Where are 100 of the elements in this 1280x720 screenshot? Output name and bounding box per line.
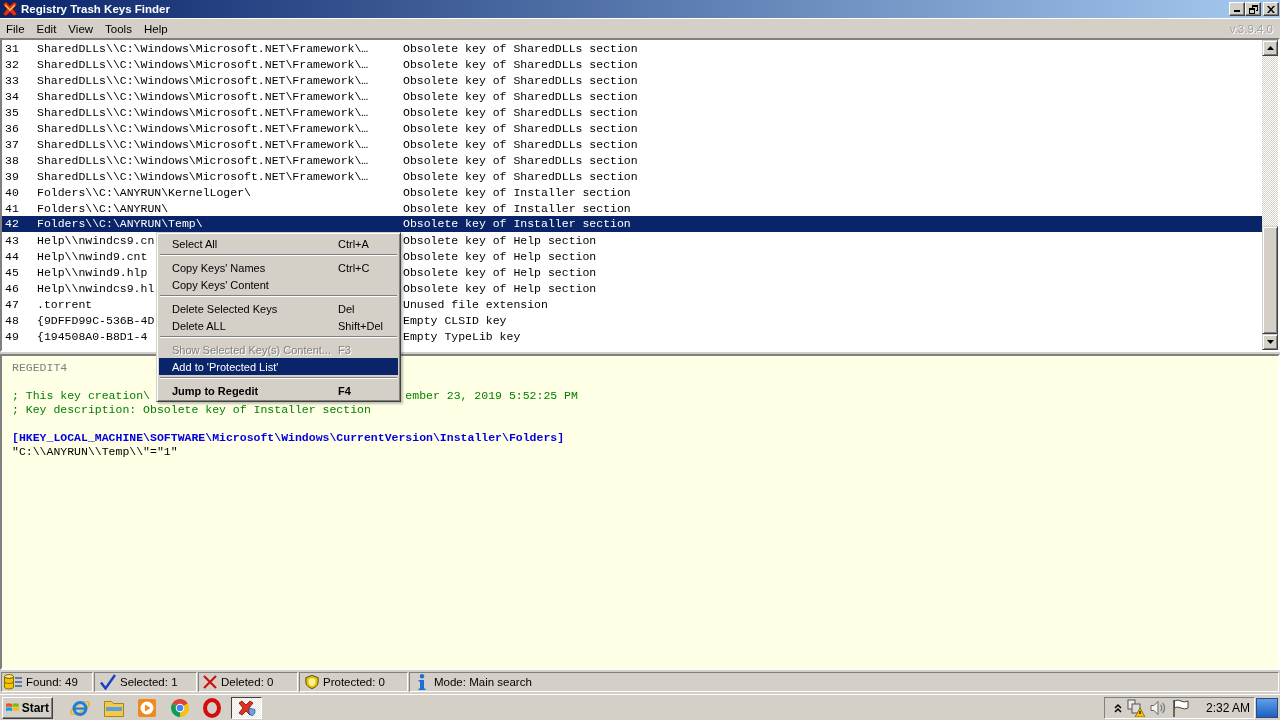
key-path[interactable]: {9DFFD99C-536B-4D xyxy=(37,313,155,327)
row-number[interactable]: 44 xyxy=(2,249,19,263)
row-number[interactable]: 34 xyxy=(2,89,19,103)
key-description[interactable]: Obsolete key of SharedDLLs section xyxy=(403,73,638,87)
key-path[interactable]: SharedDLLs\\C:\Windows\Microsoft.NET\Framework\… xyxy=(37,41,369,55)
menu-item[interactable]: Edit xyxy=(30,21,63,36)
registry-key-text: [HKEY_LOCAL_MACHINE\SOFTWARE\Microsoft\Windows\CurrentVersion\Installer\Folders] xyxy=(12,430,565,444)
key-path[interactable]: Help\\nwindcs9.hl xyxy=(37,281,155,295)
key-path[interactable]: Help\\nwind9.hlp xyxy=(37,265,148,279)
menu-item[interactable]: Help xyxy=(137,21,174,36)
key-description[interactable]: Obsolete key of Installer section xyxy=(403,201,631,215)
start-button[interactable]: Start xyxy=(2,696,53,719)
show-desktop-button[interactable] xyxy=(1256,697,1278,718)
key-path[interactable]: SharedDLLs\\C:\Windows\Microsoft.NET\Framework\… xyxy=(37,169,369,183)
key-description[interactable]: Obsolete key of SharedDLLs section xyxy=(403,153,638,167)
key-path[interactable]: SharedDLLs\\C:\Windows\Microsoft.NET\Framework\… xyxy=(37,137,369,151)
up-arrow-icon xyxy=(1266,46,1274,50)
double-chevron-icon[interactable] xyxy=(1114,702,1122,713)
key-description[interactable]: Obsolete key of Help section xyxy=(403,233,597,247)
key-description[interactable]: Empty TypeLib key xyxy=(403,329,521,343)
comment-text: ; This key creation\ xyxy=(12,388,151,402)
row-number[interactable]: 40 xyxy=(2,185,19,199)
database-icon xyxy=(4,674,22,690)
row-number[interactable]: 31 xyxy=(2,41,19,55)
key-path[interactable]: SharedDLLs\\C:\Windows\Microsoft.NET\Framework\… xyxy=(37,121,369,135)
flag-icon[interactable] xyxy=(1172,698,1190,717)
key-path[interactable]: SharedDLLs\\C:\Windows\Microsoft.NET\Framework\… xyxy=(37,57,369,71)
context-menu-item[interactable]: Select All Ctrl+A xyxy=(159,235,398,252)
key-description[interactable]: Obsolete key of Help section xyxy=(403,249,597,263)
scrollbar[interactable] xyxy=(1262,40,1278,350)
segmented-circle-icon[interactable] xyxy=(170,697,190,718)
context-menu-item[interactable]: Delete ALL Shift+Del xyxy=(159,317,398,334)
menu-item[interactable]: File xyxy=(0,21,31,36)
row-number[interactable]: 41 xyxy=(2,201,19,215)
key-path[interactable]: Help\\nwindcs9.cn xyxy=(37,233,155,247)
key-description[interactable]: Obsolete key of SharedDLLs section xyxy=(403,137,638,151)
row-number[interactable]: 39 xyxy=(2,169,19,183)
context-menu-item[interactable]: Jump to Regedit F4 xyxy=(159,382,398,399)
key-path[interactable]: Help\\nwind9.cnt xyxy=(37,249,148,263)
row-number[interactable]: 48 xyxy=(2,313,19,327)
row-number[interactable]: 46 xyxy=(2,281,19,295)
key-description[interactable]: Obsolete key of SharedDLLs section xyxy=(403,105,638,119)
registry-value-text: "C:\\ANYRUN\\Temp\\"="1" xyxy=(12,444,178,458)
taskbar-app-button[interactable] xyxy=(231,696,262,719)
regedit-header: REGEDIT4 xyxy=(12,360,68,374)
speaker-icon[interactable] xyxy=(1150,699,1167,716)
key-path[interactable]: SharedDLLs\\C:\Windows\Microsoft.NET\Framework\… xyxy=(37,153,369,167)
key-description[interactable]: Empty CLSID key xyxy=(403,313,507,327)
row-number[interactable]: 49 xyxy=(2,329,19,343)
key-description[interactable]: Obsolete key of SharedDLLs section xyxy=(403,89,638,103)
key-description[interactable]: Unused file extension xyxy=(403,297,548,311)
key-path[interactable]: {194508A0-B8D1-4 xyxy=(37,329,148,343)
key-description[interactable]: Obsolete key of SharedDLLs section xyxy=(403,169,638,183)
key-description[interactable]: Obsolete key of Installer section xyxy=(403,185,631,199)
row-number[interactable]: 35 xyxy=(2,105,19,119)
key-description[interactable]: Obsolete key of SharedDLLs section xyxy=(403,57,638,71)
key-description[interactable]: Obsolete key of SharedDLLs section xyxy=(403,121,638,135)
row-number[interactable]: 33 xyxy=(2,73,19,87)
cross-icon xyxy=(203,675,217,689)
minimize-icon xyxy=(1234,10,1240,12)
row-number[interactable]: 43 xyxy=(2,233,19,247)
close-button[interactable] xyxy=(1263,2,1279,16)
key-description[interactable]: Obsolete key of Help section xyxy=(403,265,597,279)
key-path[interactable]: .torrent xyxy=(37,297,93,311)
scroll-thumb[interactable] xyxy=(1262,225,1278,334)
menu-item[interactable]: Tools xyxy=(99,21,138,36)
context-menu-item[interactable]: Add to 'Protected List' xyxy=(159,358,398,375)
minimize-button[interactable] xyxy=(1229,2,1245,16)
key-description[interactable]: Obsolete key of Installer section xyxy=(403,216,1262,232)
context-menu-item[interactable]: Delete Selected Keys Del xyxy=(159,300,398,317)
key-path[interactable]: SharedDLLs\\C:\Windows\Microsoft.NET\Framework\… xyxy=(37,105,369,119)
row-number[interactable]: 36 xyxy=(2,121,19,135)
key-path[interactable]: Folders\\C:\ANYRUN\KernelLoger\ xyxy=(37,185,251,199)
scroll-up-button[interactable] xyxy=(1262,40,1278,56)
status-text: Mode: Main search xyxy=(434,676,532,688)
restore-button[interactable] xyxy=(1245,2,1261,16)
row-number[interactable]: 37 xyxy=(2,137,19,151)
context-menu-item[interactable]: Copy Keys' Content xyxy=(159,276,398,293)
comment-text: ; Key description: Obsolete key of Installer section xyxy=(12,402,371,416)
row-number[interactable]: 32 xyxy=(2,57,19,71)
context-menu-item[interactable]: Copy Keys' Names Ctrl+C xyxy=(159,259,398,276)
key-description[interactable]: Obsolete key of SharedDLLs section xyxy=(403,41,638,55)
row-number[interactable]: 45 xyxy=(2,265,19,279)
scroll-down-button[interactable] xyxy=(1262,334,1278,350)
key-description[interactable]: Obsolete key of Help section xyxy=(403,281,597,295)
status-text: Protected: 0 xyxy=(323,676,385,688)
key-path[interactable]: SharedDLLs\\C:\Windows\Microsoft.NET\Framework\… xyxy=(37,89,369,103)
restore-icon xyxy=(1248,4,1258,14)
ring-icon[interactable] xyxy=(203,697,221,718)
status-text: Deleted: 0 xyxy=(221,676,274,688)
key-path[interactable]: SharedDLLs\\C:\Windows\Microsoft.NET\Framework\… xyxy=(37,73,369,87)
down-arrow-icon xyxy=(1266,340,1274,344)
key-path[interactable]: Folders\\C:\ANYRUN\ xyxy=(37,201,169,215)
cross-logo-icon xyxy=(2,1,18,17)
monitor-warning-icon[interactable] xyxy=(1127,698,1145,717)
row-number[interactable]: 47 xyxy=(2,297,19,311)
key-path[interactable]: Folders\\C:\ANYRUN\Temp\ xyxy=(37,216,403,232)
menu-item[interactable]: View xyxy=(62,21,100,36)
row-number[interactable]: 42 xyxy=(2,216,37,232)
row-number[interactable]: 38 xyxy=(2,153,19,167)
